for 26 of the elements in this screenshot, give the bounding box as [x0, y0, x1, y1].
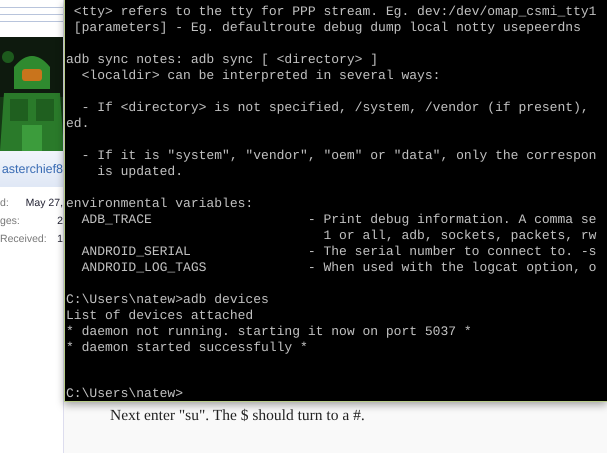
terminal-line: [parameters] - Eg. defaultroute debug dump local notty usepeerdns	[72, 20, 582, 36]
terminal-line: <localdir> can be interpreted in several ways:	[80, 68, 442, 84]
terminal-line: - If it is "system", "vendor", "oem" or "data", only the correspon	[80, 148, 598, 164]
terminal-line: environmental variables:	[66, 196, 254, 212]
terminal-line: ADB_TRACE - Print debug information. A comma se	[80, 212, 598, 228]
terminal-line: ANDROID_SERIAL - The serial number to connect to. -s	[80, 244, 598, 260]
terminal-prompt: C:\Users\natew>	[66, 386, 184, 401]
stat-label: d:	[0, 196, 9, 212]
terminal-line: * daemon not running. starting it now on port 5037 *	[66, 324, 473, 340]
terminal-line: <tty> refers to the tty for PPP stream. Eg. dev:/dev/omap_csmi_tty1	[72, 4, 598, 20]
stat-value: 2	[57, 214, 63, 230]
terminal-line: * daemon started successfully *	[66, 340, 309, 356]
terminal-line: ANDROID_LOG_TAGS - When used with the logcat option, o	[80, 260, 598, 276]
post-paragraph: Next enter "su". The $ should turn to a #.	[110, 406, 365, 426]
terminal-line: is updated.	[96, 164, 184, 180]
terminal-line: 1 or all, adb, sockets, packets, rw	[322, 228, 598, 244]
username: asterchief8	[0, 151, 63, 187]
terminal-line: - If <directory> is not specified, /system, /vendor (if present),	[80, 100, 590, 116]
terminal-line: ed.	[66, 116, 90, 132]
terminal-line: C:\Users\natew>adb devices	[66, 292, 270, 308]
terminal-line: adb sync notes: adb sync [ <directory> ]	[66, 52, 380, 68]
stat-value: May 27,	[26, 196, 63, 212]
stat-label: Received:	[0, 232, 47, 248]
stat-label: ges:	[0, 214, 20, 230]
stat-value: 1	[57, 232, 63, 248]
terminal-line: List of devices attached	[66, 308, 254, 324]
